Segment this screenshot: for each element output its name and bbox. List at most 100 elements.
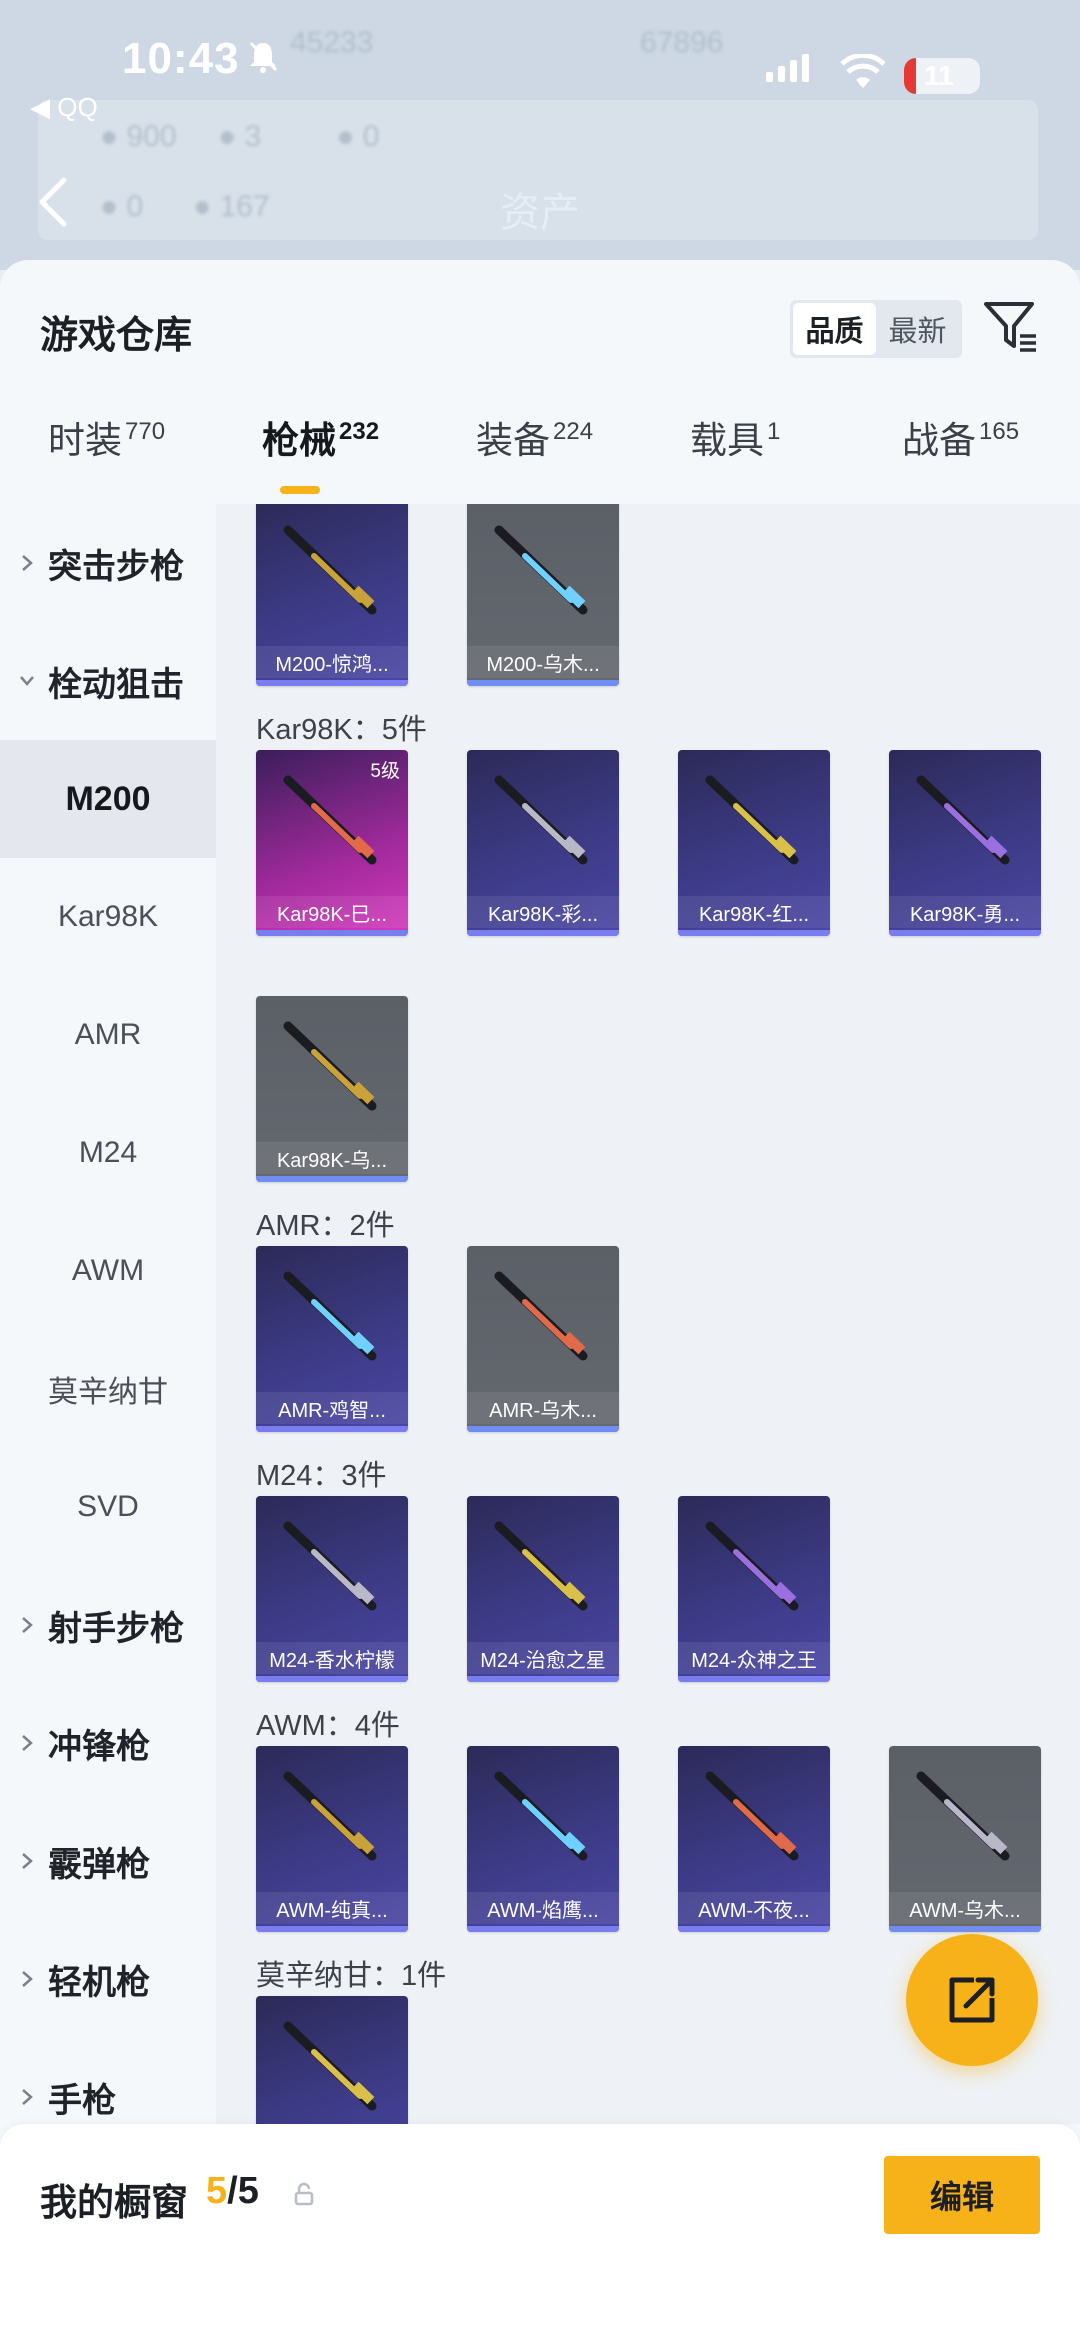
showcase-bar: 我的橱窗 5/5 编辑 <box>0 2124 1080 2347</box>
quality-bar <box>678 1926 830 1932</box>
rifle-icon <box>283 775 377 865</box>
group-title: AWM：4件 <box>256 1710 400 1742</box>
sidebar-item[interactable]: 轻机枪 <box>0 1920 216 2038</box>
edit-button[interactable]: 编辑 <box>884 2156 1040 2234</box>
group-title: M24：3件 <box>256 1460 387 1492</box>
sidebar-item[interactable]: M200 <box>0 740 216 858</box>
sidebar-item[interactable]: SVD <box>0 1448 216 1566</box>
item-card[interactable]: M24-香水柠檬 <box>256 1496 408 1682</box>
chevron-down-icon <box>20 676 34 686</box>
item-card[interactable]: M24-众神之王 <box>678 1496 830 1682</box>
rifle-icon <box>916 1771 1010 1861</box>
item-card[interactable]: Kar98K-勇... <box>889 750 1041 936</box>
item-card[interactable]: M200-惊鸿... <box>256 504 408 686</box>
rifle-icon <box>283 1771 377 1861</box>
sidebar-item[interactable]: 射手步枪 <box>0 1566 216 1684</box>
chevron-right-icon <box>22 1971 33 1987</box>
chevron-right-icon <box>22 555 33 571</box>
back-arrow-icon[interactable] <box>36 176 70 228</box>
sidebar-item[interactable]: 莫辛纳甘 <box>0 1330 216 1448</box>
quality-bar <box>889 930 1041 936</box>
item-grid: M200-惊鸿... M200-乌木... Kar98K：5件 5级 Kar98K-巳.… <box>216 504 1080 2124</box>
sort-quality-button[interactable]: 品质 <box>793 303 876 355</box>
tab-guns[interactable]: 枪械 232 <box>262 410 379 464</box>
quality-bar <box>467 1926 619 1932</box>
sidebar-item[interactable]: 突击步枪 <box>0 504 216 622</box>
item-card[interactable]: AMR-乌木... <box>467 1246 619 1432</box>
item-name: AMR-乌木... <box>467 1392 619 1424</box>
sort-toggle[interactable]: 品质 最新 <box>790 300 962 358</box>
sidebar-item[interactable]: 霰弹枪 <box>0 1802 216 1920</box>
category-tabs: 时装 770 枪械 232 装备 224 载具 1 战备 165 <box>0 410 1080 494</box>
item-name: AWM-焰鹰... <box>467 1892 619 1924</box>
rifle-icon <box>283 2021 377 2111</box>
sidebar-item[interactable]: 冲锋枪 <box>0 1684 216 1802</box>
item-card[interactable]: AWM-不夜... <box>678 1746 830 1932</box>
sidebar-item[interactable]: Kar98K <box>0 858 216 976</box>
item-card[interactable]: AMR-鸡智... <box>256 1246 408 1432</box>
sidebar-item-label: Kar98K <box>57 900 159 933</box>
item-card[interactable]: M24-治愈之星 <box>467 1496 619 1682</box>
item-card[interactable]: AWM-纯真... <box>256 1746 408 1932</box>
group-title: 莫辛纳甘：1件 <box>256 1960 447 1992</box>
item-name: M24-治愈之星 <box>467 1642 619 1674</box>
sidebar-item-label: 霰弹枪 <box>48 1845 150 1884</box>
filter-icon[interactable] <box>982 298 1040 356</box>
sidebar-item-label: AMR <box>74 1018 142 1051</box>
signal-icon <box>766 54 809 82</box>
quality-bar <box>467 680 619 686</box>
item-card[interactable]: Kar98K-彩... <box>467 750 619 936</box>
level-badge: 5级 <box>370 761 400 782</box>
item-name: AWM-乌木... <box>889 1892 1041 1924</box>
item-name: Kar98K-勇... <box>889 896 1041 928</box>
rifle-icon <box>916 775 1010 865</box>
sidebar-item-label: 手枪 <box>48 2081 116 2120</box>
item-name: Kar98K-彩... <box>467 896 619 928</box>
rifle-icon <box>494 525 588 615</box>
rifle-icon <box>494 1771 588 1861</box>
tab-fashion[interactable]: 时装 770 <box>48 410 165 464</box>
quality-bar <box>467 930 619 936</box>
tab-indicator <box>280 486 320 494</box>
sidebar-item-label: 莫辛纳甘 <box>48 1376 168 1409</box>
item-card[interactable]: Kar98K-红... <box>678 750 830 936</box>
quality-bar <box>256 1426 408 1432</box>
rifle-icon <box>705 1771 799 1861</box>
sidebar-item[interactable]: AWM <box>0 1212 216 1330</box>
item-card[interactable]: AWM-乌木... <box>889 1746 1041 1932</box>
item-name: AWM-纯真... <box>256 1892 408 1924</box>
showcase-label: 我的橱窗 <box>40 2182 188 2223</box>
item-card[interactable]: AWM-焰鹰... <box>467 1746 619 1932</box>
tab-vehicles[interactable]: 载具 1 <box>690 410 780 464</box>
item-card[interactable] <box>256 1996 408 2124</box>
sidebar-item-label: 轻机枪 <box>48 1963 150 2002</box>
back-to-qq[interactable]: ◀ QQ <box>30 92 98 123</box>
sidebar-item-label: AWM <box>71 1254 145 1287</box>
tab-supplies[interactable]: 战备 165 <box>902 410 1019 464</box>
lock-icon <box>294 2182 314 2206</box>
group-title: Kar98K：5件 <box>256 714 427 746</box>
share-button[interactable] <box>906 1934 1038 2066</box>
sidebar-item[interactable]: AMR <box>0 976 216 1094</box>
sidebar-item-label: SVD <box>77 1490 139 1523</box>
rifle-icon <box>494 775 588 865</box>
page-title: 游戏仓库 <box>40 315 193 357</box>
quality-bar <box>678 1676 830 1682</box>
item-name: M24-众神之王 <box>678 1642 830 1674</box>
item-card[interactable]: 5级 Kar98K-巳... <box>256 750 408 936</box>
sidebar-item[interactable]: M24 <box>0 1094 216 1212</box>
item-card[interactable]: Kar98K-乌... <box>256 996 408 1182</box>
sidebar-item-label: M24 <box>78 1136 138 1169</box>
quality-bar <box>256 1176 408 1182</box>
item-card[interactable]: M200-乌木... <box>467 504 619 686</box>
group-title: AMR：2件 <box>256 1210 395 1242</box>
battery-icon: 11 <box>904 58 980 94</box>
rifle-icon <box>283 1521 377 1611</box>
sidebar-item[interactable]: 栓动狙击 <box>0 622 216 740</box>
item-name: M200-惊鸿... <box>256 646 408 678</box>
quality-bar <box>256 930 408 936</box>
sort-latest-button[interactable]: 最新 <box>876 303 959 355</box>
wifi-icon <box>840 54 886 88</box>
showcase-count: 5/5 <box>206 2170 259 2212</box>
tab-equipment[interactable]: 装备 224 <box>476 410 593 464</box>
